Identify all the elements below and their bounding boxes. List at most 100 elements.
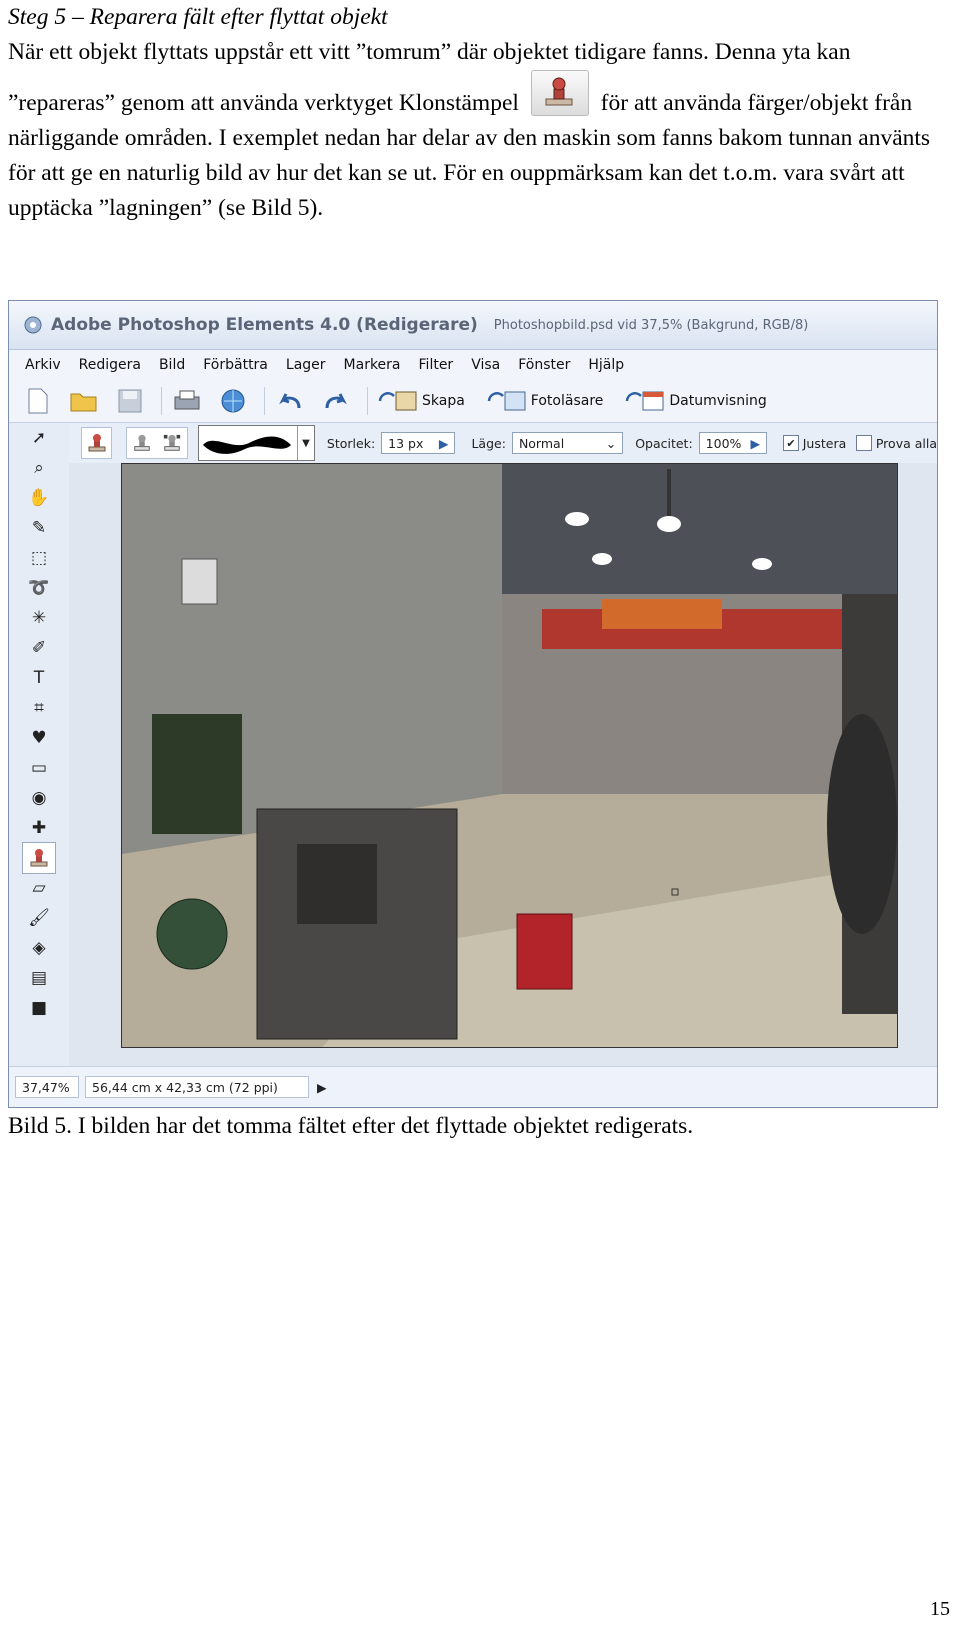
redo-icon <box>325 393 347 409</box>
status-bar: 37,47% 56,44 cm x 42,33 cm (72 ppi) ▶ <box>9 1066 937 1107</box>
cookie-cutter-icon[interactable]: ♥ <box>9 723 69 753</box>
menu-filter[interactable]: Filter <box>419 357 454 373</box>
photoshop-elements-app-icon <box>24 316 42 334</box>
photoshop-screenshot: Adobe Photoshop Elements 4.0 (Redigerare… <box>8 300 938 1108</box>
stamp-variant-group <box>126 427 189 459</box>
opacity-value: 100% <box>705 435 742 451</box>
red-eye-tool-icon[interactable]: ◉ <box>9 783 69 813</box>
healing-brush-icon[interactable]: ✚ <box>9 813 69 843</box>
menu-visa[interactable]: Visa <box>471 357 500 373</box>
share-button[interactable] <box>218 386 248 416</box>
toolbar-divider <box>264 387 265 415</box>
chevron-down-icon[interactable]: ⌄ <box>606 436 616 451</box>
mode-value: Normal <box>518 435 565 451</box>
move-tool-icon[interactable]: ➚ <box>9 423 69 453</box>
workshop-photo-illustration <box>122 464 897 1047</box>
photo-browser-icon <box>487 391 526 411</box>
undo-button[interactable] <box>275 386 305 416</box>
mode-select[interactable]: Normal ⌄ <box>511 432 624 454</box>
eraser-tool-icon[interactable]: ▱ <box>9 873 69 903</box>
clone-stamp-icon <box>88 434 106 452</box>
current-tool-clone-stamp[interactable] <box>81 427 113 459</box>
menu-bar: Arkiv Redigera Bild Förbättra Lager Mark… <box>9 350 937 380</box>
clone-stamp-icon <box>530 70 589 116</box>
brush-tool-icon[interactable]: 🖌 <box>9 903 69 933</box>
shortcuts-toolbar: Skapa Fotoläsare Datumvisning <box>9 380 937 423</box>
clone-stamp-icon <box>134 434 150 451</box>
menu-redigera[interactable]: Redigera <box>79 357 141 373</box>
save-button[interactable] <box>115 386 145 416</box>
size-label: Storlek: <box>326 435 376 451</box>
create-label: Skapa <box>422 393 465 409</box>
selection-brush-icon[interactable]: ✐ <box>9 633 69 663</box>
pattern-stamp-variant[interactable] <box>157 428 187 458</box>
marquee-tool-icon[interactable]: ⬚ <box>9 543 69 573</box>
canvas-area <box>69 463 937 1067</box>
sample-all-checkbox[interactable] <box>856 435 872 451</box>
print-button[interactable] <box>172 386 202 416</box>
title-bar: Adobe Photoshop Elements 4.0 (Redigerare… <box>9 301 937 350</box>
menu-hjalp[interactable]: Hjälp <box>588 357 624 373</box>
align-label: Justera <box>802 435 847 451</box>
size-value: 13 px <box>388 435 424 451</box>
toolbox: ➚ ⌕ ✋ ✎ ⬚ ➰ ✳ ✐ T ⌗ ♥ ▭ ◉ ✚ ▱ 🖌 ◈ ▤ ■ <box>9 423 70 1067</box>
mode-label: Läge: <box>471 435 506 451</box>
document-size-readout: 56,44 cm x 42,33 cm (72 ppi) <box>85 1076 309 1098</box>
toolbar-divider <box>161 387 162 415</box>
menu-fonster[interactable]: Fönster <box>518 357 570 373</box>
opacity-input[interactable]: 100% ▶ <box>698 432 768 454</box>
eyedropper-tool-icon[interactable]: ✎ <box>9 513 69 543</box>
menu-lager[interactable]: Lager <box>286 357 326 373</box>
tool-options-bar: ▼ Storlek: 13 px ▶ Läge: Normal ⌄ Opacit… <box>69 423 937 463</box>
section-paragraph: När ett objekt flyttats uppstår ett vitt… <box>8 35 952 226</box>
open-file-button[interactable] <box>69 386 99 416</box>
create-button[interactable]: Skapa <box>378 389 465 413</box>
date-view-button[interactable]: Datumvisning <box>625 389 767 413</box>
date-view-label: Datumvisning <box>669 393 767 409</box>
menu-arkiv[interactable]: Arkiv <box>25 357 61 373</box>
save-icon <box>118 389 142 413</box>
hand-tool-icon[interactable]: ✋ <box>9 483 69 513</box>
sample-all-label: Prova alla <box>875 435 937 451</box>
redo-button[interactable] <box>321 386 351 416</box>
brush-picker[interactable]: ▼ <box>198 425 315 461</box>
menu-markera[interactable]: Markera <box>344 357 401 373</box>
paint-bucket-icon[interactable]: ◈ <box>9 933 69 963</box>
open-folder-icon <box>70 393 97 412</box>
photo-browser-button[interactable]: Fotoläsare <box>487 389 604 413</box>
document-title: Photoshopbild.psd vid 37,5% (Bakgrund, R… <box>493 317 809 333</box>
new-file-icon <box>28 388 48 414</box>
magic-wand-tool-icon[interactable]: ✳ <box>9 603 69 633</box>
zoom-value: 37,47% <box>22 1079 70 1095</box>
new-file-button[interactable] <box>23 386 53 416</box>
clone-stamp-icon[interactable] <box>22 842 56 874</box>
page-number: 15 <box>930 1598 950 1620</box>
status-menu-arrow-icon[interactable]: ▶ <box>317 1080 327 1095</box>
section-heading: Steg 5 – Reparera fält efter flyttat obj… <box>8 4 388 30</box>
chevron-right-icon[interactable]: ▶ <box>751 436 761 451</box>
menu-forbattra[interactable]: Förbättra <box>203 357 268 373</box>
toolbar-divider <box>367 387 368 415</box>
gradient-tool-icon[interactable]: ▤ <box>9 963 69 993</box>
zoom-tool-icon[interactable]: ⌕ <box>9 453 69 483</box>
document-body: Steg 5 – Reparera fält efter flyttat obj… <box>8 0 952 226</box>
photo-browser-label: Fotoläsare <box>530 393 604 409</box>
align-checkbox[interactable]: ✔ <box>783 435 799 451</box>
document-size-value: 56,44 cm x 42,33 cm (72 ppi) <box>92 1079 278 1095</box>
menu-bild[interactable]: Bild <box>159 357 185 373</box>
app-title: Adobe Photoshop Elements 4.0 (Redigerare… <box>51 315 478 335</box>
straighten-tool-icon[interactable]: ▭ <box>9 753 69 783</box>
checkmark-icon: ✔ <box>786 436 796 450</box>
clone-stamp-variant[interactable] <box>127 428 157 458</box>
size-input[interactable]: 13 px ▶ <box>381 432 456 454</box>
chevron-right-icon[interactable]: ▶ <box>439 436 449 451</box>
undo-icon <box>279 393 301 409</box>
type-tool-icon[interactable]: T <box>9 663 69 693</box>
shape-tool-icon[interactable]: ■ <box>9 993 69 1023</box>
zoom-readout[interactable]: 37,47% <box>15 1076 79 1098</box>
calendar-icon <box>626 391 664 411</box>
lasso-tool-icon[interactable]: ➰ <box>9 573 69 603</box>
chevron-down-icon[interactable]: ▼ <box>296 426 314 460</box>
workshop-photo[interactable] <box>121 463 898 1048</box>
crop-tool-icon[interactable]: ⌗ <box>9 693 69 723</box>
